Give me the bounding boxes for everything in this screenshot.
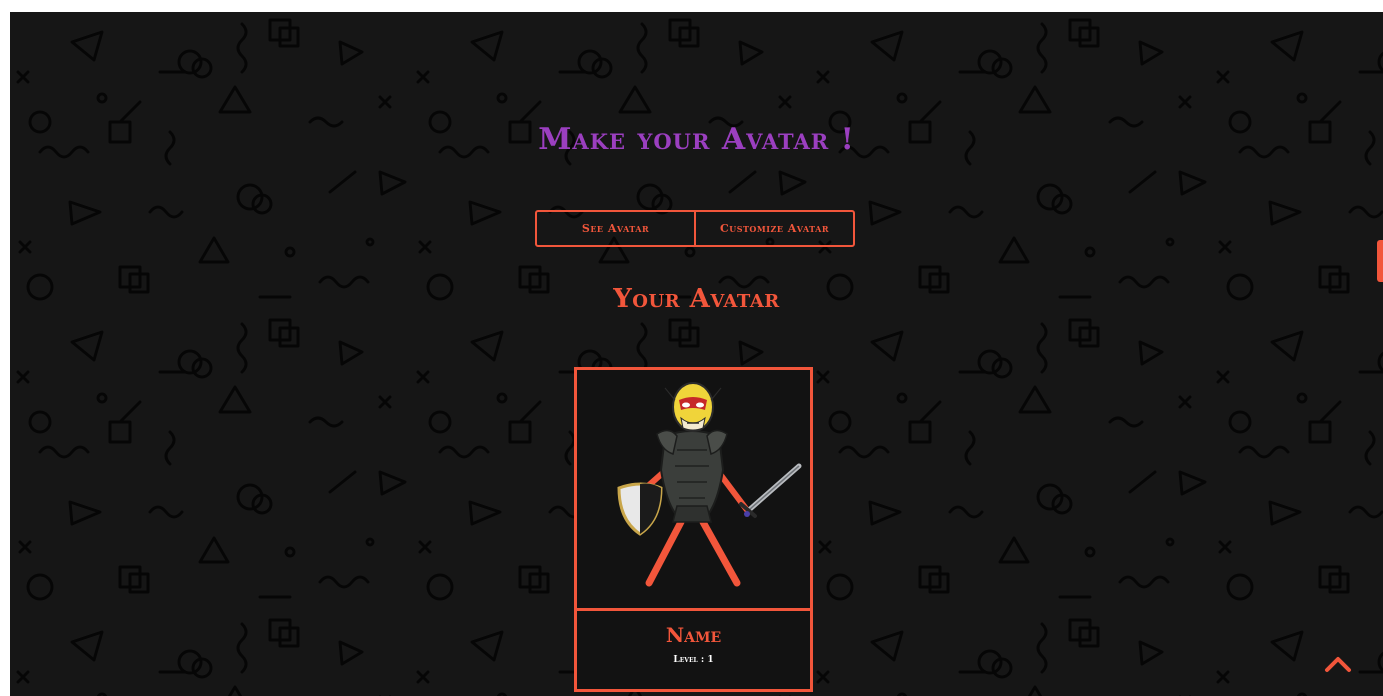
avatar-preview	[577, 370, 810, 611]
chevron-up-icon	[1325, 657, 1351, 672]
avatar-card: Name Level : 1	[574, 367, 813, 692]
avatar-tab-group: See Avatar Customize Avatar	[535, 210, 855, 247]
section-title: Your Avatar	[613, 284, 780, 314]
scroll-to-top-button[interactable]	[1323, 652, 1353, 676]
avatar-info: Name Level : 1	[577, 611, 810, 689]
tab-see-avatar[interactable]: See Avatar	[537, 212, 694, 245]
tab-customize-avatar[interactable]: Customize Avatar	[694, 212, 853, 245]
page-background: Make your Avatar ! See Avatar Customize …	[10, 12, 1383, 696]
avatar-level: Level : 1	[673, 655, 714, 665]
page-title: Make your Avatar !	[538, 122, 855, 157]
avatar-figure-icon	[617, 382, 802, 587]
scrollbar-handle[interactable]	[1377, 240, 1383, 282]
avatar-name: Name	[665, 623, 722, 647]
